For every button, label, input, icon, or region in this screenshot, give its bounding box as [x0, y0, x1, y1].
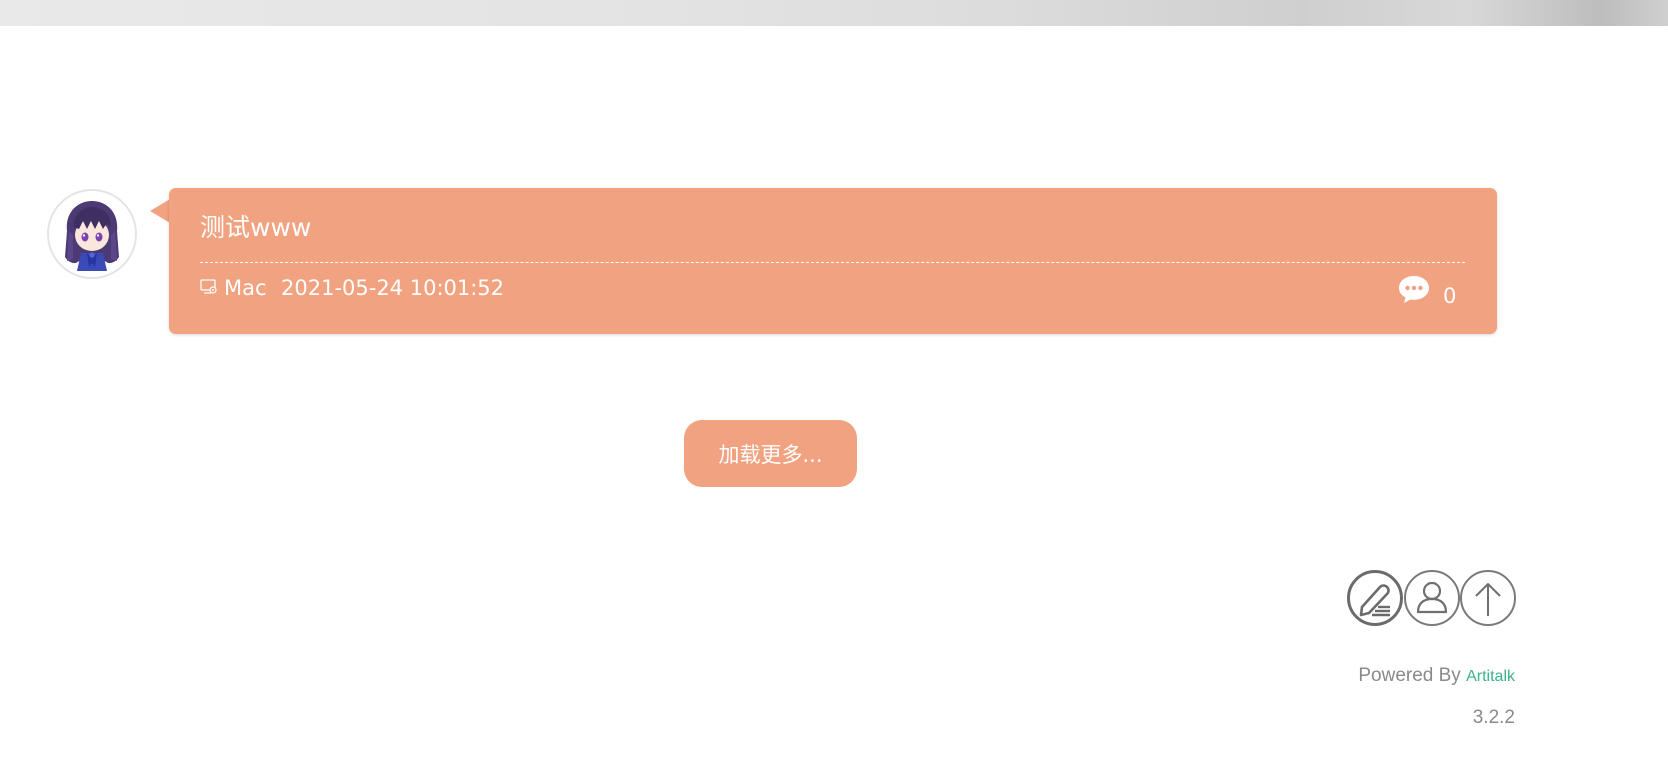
powered-by: Powered By Artitalk	[1358, 665, 1515, 687]
post-card: 测试www Mac 2021-05-24 10:01:52 0	[169, 188, 1497, 334]
powered-by-label: Powered By	[1358, 665, 1461, 686]
arrow-up-icon	[1475, 583, 1501, 616]
device-icon	[200, 279, 217, 294]
edit-icon	[1359, 584, 1390, 617]
user-button[interactable]	[1404, 570, 1460, 626]
top-banner-image	[0, 0, 1668, 26]
back-to-top-button[interactable]	[1460, 570, 1516, 626]
post-device: Mac	[224, 276, 267, 300]
comment-icon[interactable]	[1397, 274, 1431, 304]
card-pointer	[150, 199, 170, 223]
load-more-button[interactable]: 加载更多...	[684, 420, 857, 487]
page: 测试www Mac 2021-05-24 10:01:52 0 加载更多...	[0, 0, 1668, 784]
avatar-illustration	[49, 191, 135, 277]
user-icon	[1416, 581, 1448, 614]
comment-count: 0	[1443, 284, 1457, 308]
new-post-button[interactable]	[1347, 570, 1403, 626]
post-title: 测试www	[200, 213, 312, 242]
card-divider	[200, 262, 1465, 263]
version-label: 3.2.2	[1472, 707, 1515, 728]
post-time: 2021-05-24 10:01:52	[281, 276, 505, 300]
artitalk-link[interactable]: Artitalk	[1466, 668, 1515, 685]
avatar	[47, 189, 137, 279]
